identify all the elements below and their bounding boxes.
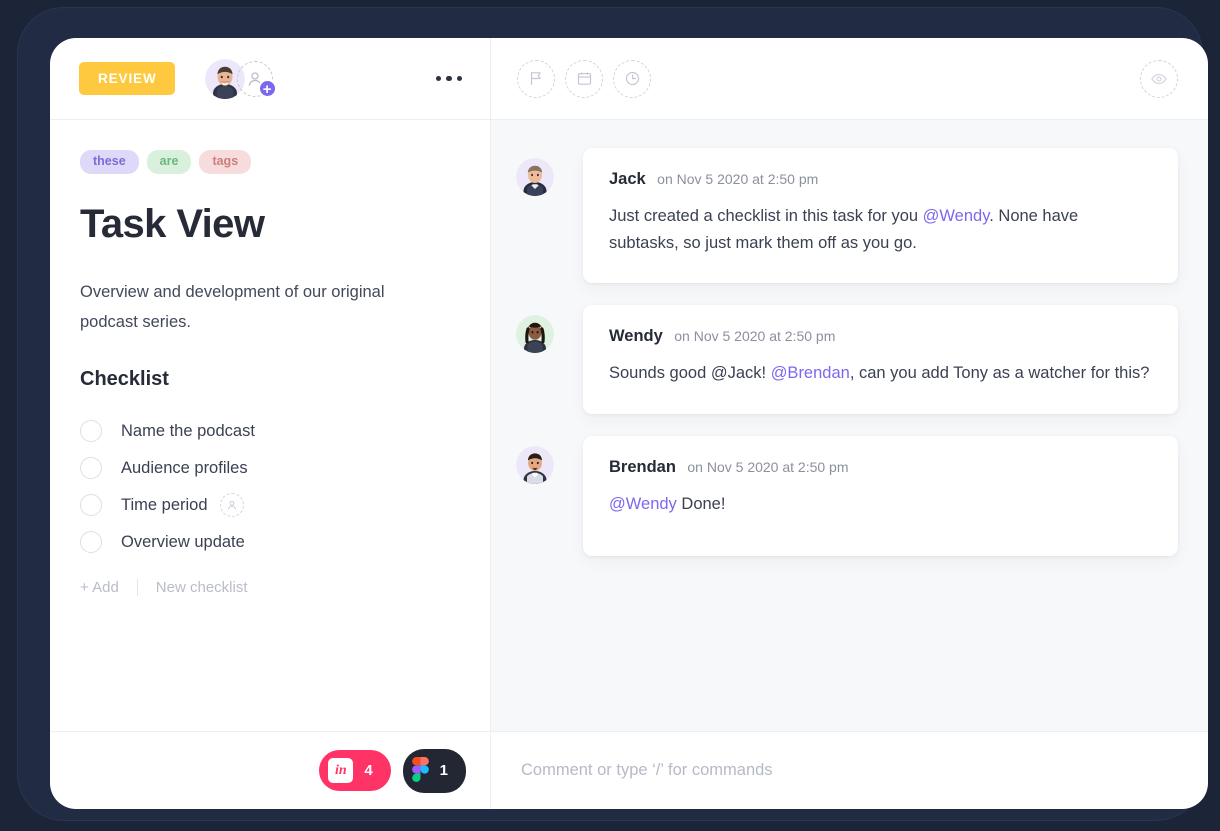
checklist-item[interactable]: Overview update [80,524,460,561]
invision-integration-badge[interactable]: in 4 [319,750,391,791]
mention-link[interactable]: @Wendy [923,207,990,225]
avatar[interactable] [516,445,554,484]
comment-author: Wendy [609,327,663,346]
mention-link[interactable]: @Wendy [609,495,677,513]
checklist-checkbox[interactable] [80,420,102,443]
checklist-item[interactable]: Time period [80,487,460,524]
comment-timestamp: on Nov 5 2020 at 2:50 pm [687,458,849,475]
more-options-button[interactable] [430,66,469,92]
task-view-window: REVIEW + these are tags Task View Overvi… [50,38,1208,809]
tag-chip[interactable]: tags [199,150,252,174]
comment-bubble: Brendan on Nov 5 2020 at 2:50 pm @Wendy … [583,435,1178,556]
due-date-button[interactable] [565,59,603,98]
checklist-heading: Checklist [80,367,169,390]
checklist-assign-button[interactable] [219,493,244,518]
invision-logo-icon: in [328,758,354,783]
eye-icon [1151,73,1167,84]
clock-icon [625,71,639,86]
comments-panel: Jack on Nov 5 2020 at 2:50 pm Just creat… [491,120,1208,731]
add-assignee-plus-badge: + [257,78,277,98]
status-review-button[interactable]: REVIEW [79,61,175,96]
comment-text: , can you add Tony as a watcher for this… [849,364,1150,383]
checklist-checkbox[interactable] [80,531,102,554]
top-bar-left: REVIEW + [50,38,491,119]
comment-text: Just created a checklist in this task fo… [609,207,923,225]
comment-composer [491,732,1208,809]
tag-chip[interactable]: are [146,150,192,174]
ellipsis-icon-dot [456,75,462,82]
comment-header: Brendan on Nov 5 2020 at 2:50 pm [609,458,1152,477]
comment-timestamp: on Nov 5 2020 at 2:50 pm [674,328,836,345]
comment-body: Sounds good @Jack! @Brendan, can you add… [609,360,1152,387]
top-bar-right [491,38,1208,119]
comment-author: Jack [609,170,646,188]
mention-link[interactable]: @Brendan [771,364,850,382]
avatar[interactable] [516,315,554,354]
integrations-bar: in 4 1 [50,732,491,809]
checklist-item-label: Audience profiles [121,458,248,477]
comment-header: Wendy on Nov 5 2020 at 2:50 pm [609,327,1152,346]
comment-timestamp: on Nov 5 2020 at 2:50 pm [657,171,819,187]
main-content: these are tags Task View Overview and de… [50,120,1208,731]
comment-body: @Wendy Done! [609,491,1152,518]
checklist-actions: + Add New checklist [80,578,460,596]
comment-input[interactable] [521,761,1178,780]
figma-count: 1 [439,762,448,779]
checklist: Name the podcast Audience profiles Time … [80,413,460,561]
time-estimate-button[interactable] [613,59,651,98]
checklist-checkbox[interactable] [80,457,102,480]
priority-flag-button[interactable] [517,59,555,98]
comment-bubble: Wendy on Nov 5 2020 at 2:50 pm Sounds go… [583,305,1178,414]
figma-logo-icon [411,756,429,785]
checklist-item[interactable]: Name the podcast [80,413,460,450]
ellipsis-icon-dot [435,75,441,82]
comment-header: Jack on Nov 5 2020 at 2:50 pm [609,170,1152,189]
figma-integration-badge[interactable]: 1 [402,748,466,793]
comment-author: Brendan [609,457,676,476]
add-assignee-button[interactable]: + [236,60,277,98]
add-checklist-item-button[interactable]: + Add [80,579,119,596]
comment-item: Wendy on Nov 5 2020 at 2:50 pm Sounds go… [516,305,1178,414]
flag-icon [530,72,541,85]
new-checklist-button[interactable]: New checklist [156,579,248,596]
device-frame: REVIEW + these are tags Task View Overvi… [18,8,1208,820]
watchers-button[interactable] [1140,59,1178,98]
avatar[interactable] [516,158,554,196]
comment-item: Jack on Nov 5 2020 at 2:50 pm Just creat… [516,148,1178,284]
task-description: Overview and development of our original… [80,282,385,332]
checklist-checkbox[interactable] [80,494,102,517]
comment-item: Brendan on Nov 5 2020 at 2:50 pm @Wendy … [516,435,1178,556]
tag-list: these are tags [80,150,460,174]
footer-bar: in 4 1 [50,731,1208,809]
ellipsis-icon-dot [446,75,452,82]
person-icon [227,500,236,510]
invision-count: 4 [364,762,373,779]
comment-body: Just created a checklist in this task fo… [609,203,1152,257]
comment-bubble: Jack on Nov 5 2020 at 2:50 pm Just creat… [583,148,1178,284]
assignee-group: + [204,58,277,99]
checklist-item-label: Name the podcast [121,421,255,440]
tag-chip[interactable]: these [80,150,139,174]
top-bar: REVIEW + [50,38,1208,120]
page-title: Task View [80,201,265,246]
comment-text: Sounds good @Jack! [609,364,771,383]
comment-text: Done! [676,494,726,513]
checklist-item-label: Overview update [121,532,245,551]
checklist-item[interactable]: Audience profiles [80,450,460,487]
task-detail-panel: these are tags Task View Overview and de… [50,120,491,731]
calendar-icon [577,72,591,85]
checklist-item-label: Time period [121,495,208,514]
divider [136,578,138,596]
